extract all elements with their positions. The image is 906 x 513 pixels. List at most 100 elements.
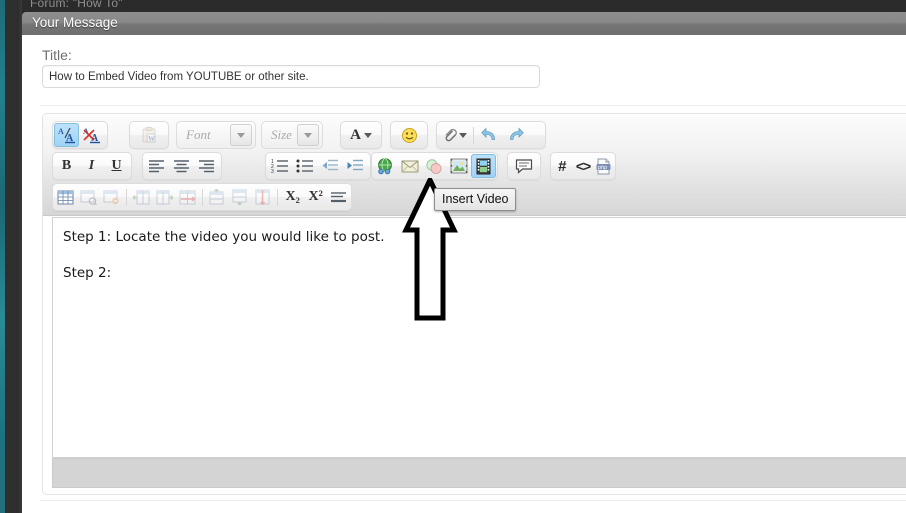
rich-text-editor: A A A A (42, 113, 906, 495)
envelope-icon (401, 160, 419, 172)
insert-link-button[interactable] (373, 154, 398, 178)
font-family-value: Font (186, 127, 211, 142)
toolbar-separator (473, 126, 474, 144)
underline-label: U (111, 158, 122, 173)
toolbar-group-lists: 123 (265, 152, 371, 180)
subscript-button[interactable]: X₂ (281, 185, 304, 209)
divider-below-editor (40, 500, 906, 501)
font-size-select[interactable]: Size (261, 121, 323, 149)
insert-anchor-button[interactable] (422, 154, 447, 178)
numbered-list-icon: 123 (271, 159, 288, 173)
table-properties-icon (80, 190, 97, 205)
underline-button[interactable]: U (104, 154, 129, 178)
rail-shadow-edge (17, 0, 22, 513)
font-family-select[interactable]: Font (176, 121, 256, 149)
unordered-list-button[interactable] (292, 154, 317, 178)
insert-image-button[interactable] (447, 154, 472, 178)
insert-php-button[interactable]: php (593, 154, 614, 178)
toolbar-group-source: A A A A (52, 121, 108, 149)
toolbar-group-color: A (340, 121, 382, 149)
film-strip-video-icon (476, 158, 491, 174)
panel-title: Your Message (32, 15, 118, 30)
editor-line-2: Step 2: (63, 265, 112, 281)
superscript-label: X² (308, 189, 323, 204)
paperclip-icon (444, 128, 457, 141)
ordered-list-button[interactable]: 123 (267, 154, 292, 178)
insert-table-button[interactable] (54, 185, 77, 209)
text-color-button[interactable]: A (344, 123, 378, 147)
editor-status-bar (52, 458, 906, 488)
chevron-down-icon (458, 132, 467, 138)
chevron-down-icon (230, 124, 252, 146)
delete-table-button (100, 185, 123, 209)
insert-video-button[interactable] (471, 154, 496, 178)
table-icon (57, 190, 74, 204)
page-body: Title: How to Embed Video from YOUTUBE o… (22, 35, 906, 513)
undo-button[interactable] (477, 123, 502, 147)
indent-icon (347, 159, 363, 171)
outdent-button[interactable] (317, 154, 342, 178)
indent-button[interactable] (342, 154, 367, 178)
align-right-icon (199, 160, 214, 173)
insert-video-tooltip: Insert Video (434, 188, 517, 211)
text-color-label: A (350, 126, 361, 143)
chevron-down-icon (297, 124, 319, 146)
globe-link-icon (378, 158, 393, 175)
insert-hash-button[interactable]: # (552, 154, 573, 178)
chevron-down-icon (363, 132, 372, 138)
italic-label: I (88, 158, 95, 173)
delete-column-button (176, 185, 199, 209)
insert-row-after-icon (232, 189, 247, 205)
title-label: Title: (42, 47, 72, 63)
title-input[interactable]: How to Embed Video from YOUTUBE or other… (42, 65, 540, 88)
italic-button[interactable]: I (79, 154, 104, 178)
font-size-value: Size (271, 127, 292, 142)
breadcrumb: Forum: "How To" (30, 0, 123, 10)
insert-code-button[interactable]: <> (573, 154, 594, 178)
toggle-source-view-button[interactable]: A A (54, 123, 79, 147)
editor-content-area[interactable]: Step 1: Locate the video you would like … (52, 217, 906, 458)
insert-column-before-icon (132, 190, 150, 204)
toolbar-group-code: # <> php (550, 152, 616, 180)
horizontal-rule-button[interactable] (327, 185, 350, 209)
redo-button[interactable] (502, 123, 527, 147)
align-left-button[interactable] (144, 154, 169, 178)
speech-bubble-icon (515, 159, 533, 174)
toolbar-group-emoticon (390, 121, 428, 149)
divider-under-title (40, 105, 906, 106)
insert-email-button[interactable] (398, 154, 423, 178)
paste-word-icon: W (142, 126, 155, 143)
remove-formatting-button[interactable]: A A (79, 123, 104, 147)
insert-row-before-icon (209, 189, 224, 205)
align-right-button[interactable] (194, 154, 219, 178)
svg-text:php: php (597, 164, 607, 170)
editor-line-1: Step 1: Locate the video you would like … (63, 229, 385, 245)
toolbar-group-textstyle: B I U (52, 152, 132, 180)
align-center-button[interactable] (169, 154, 194, 178)
insert-emoticon-button[interactable] (397, 123, 422, 147)
editor-line-blank (63, 246, 906, 264)
rail-teal-accent (0, 0, 5, 513)
anchor-balloon-icon (426, 158, 442, 174)
paste-from-word-button: W (137, 123, 162, 147)
smiley-icon (401, 127, 417, 143)
delete-row-button (251, 185, 274, 209)
toolbar-separator (277, 188, 279, 206)
php-file-icon: php (596, 158, 611, 174)
toolbar-separator (125, 188, 127, 206)
insert-quote-button[interactable] (512, 154, 537, 178)
redo-arrow-icon (509, 127, 524, 140)
horizontal-rule-icon (331, 191, 347, 202)
remove-formatting-icon: A A (83, 127, 100, 144)
your-message-panel-header: Your Message (22, 12, 906, 35)
hash-label: # (558, 157, 567, 175)
toolbar-separator (201, 188, 203, 206)
attach-file-button[interactable] (438, 123, 470, 147)
bold-button[interactable]: B (54, 154, 79, 178)
outdent-icon (322, 159, 338, 171)
insert-row-before-button (205, 185, 228, 209)
toolbar-group-media (371, 152, 498, 180)
source-view-icon: A A (58, 127, 75, 144)
insert-column-before-button (130, 185, 153, 209)
superscript-button[interactable]: X² (304, 185, 327, 209)
